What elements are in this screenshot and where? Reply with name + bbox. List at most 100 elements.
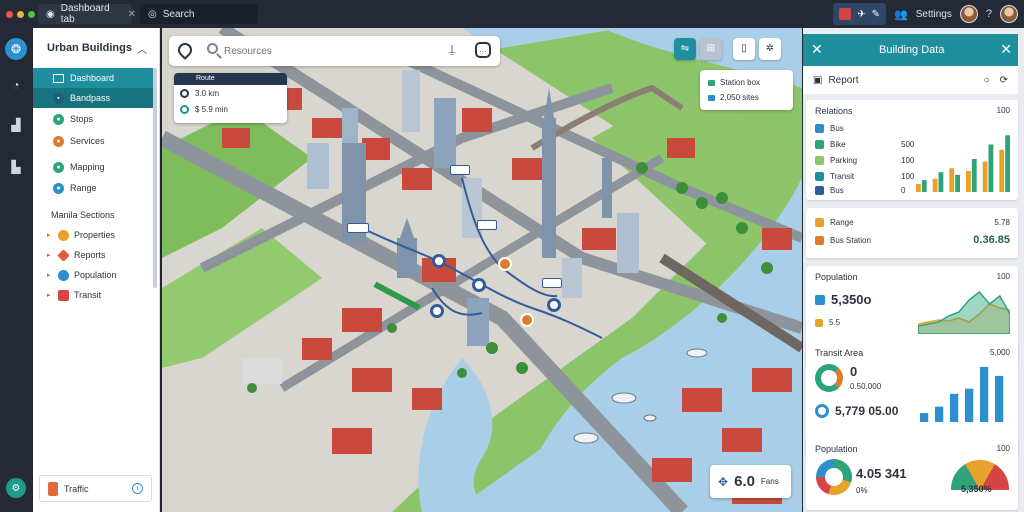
flag-icon: [839, 8, 852, 20]
layers-icon: ▪: [53, 92, 64, 104]
map-pin[interactable]: [498, 257, 512, 271]
sidebar-item-services[interactable]: ● Services: [33, 131, 153, 151]
section-item-population[interactable]: ▸ Population: [47, 266, 157, 284]
close-icon[interactable]: ✕: [1000, 41, 1012, 58]
map-pin[interactable]: [520, 313, 534, 327]
population-sub: 5.5: [815, 318, 840, 327]
chevron-right-icon: ▸: [47, 292, 51, 299]
bar: [995, 375, 1004, 422]
relation-value: 100: [901, 156, 915, 165]
bar: [938, 172, 944, 192]
users-icon[interactable]: 👥: [894, 8, 908, 21]
traffic-footer-button[interactable]: Traffic i: [39, 475, 152, 502]
map-badge[interactable]: [542, 278, 562, 288]
map-badge[interactable]: [477, 220, 497, 230]
relations-bar-chart: [916, 135, 1010, 192]
chart-icon[interactable]: ▟: [9, 118, 23, 132]
map-pin[interactable]: [430, 304, 444, 318]
sidebar-item-range[interactable]: ● Range: [33, 178, 153, 198]
collapse-icon[interactable]: ✕: [811, 41, 823, 58]
chat-icon[interactable]: …: [475, 42, 491, 58]
search-input[interactable]: [224, 42, 424, 60]
gauge-label: 5,350%: [961, 484, 992, 494]
route-end-icon: [180, 104, 189, 114]
map-layer-tools: ⇋ ⊞: [674, 38, 722, 60]
bar: [949, 168, 955, 192]
card-header-value: 5,000: [989, 348, 1010, 357]
document-icon[interactable]: ▯: [733, 38, 755, 60]
help-icon[interactable]: ?: [986, 8, 992, 20]
layers-toggle-icon[interactable]: ⇋: [674, 38, 696, 60]
avatar-secondary[interactable]: [1000, 5, 1018, 23]
app-logo-icon[interactable]: ❂: [5, 38, 27, 60]
search-icon: [207, 43, 218, 54]
avatar[interactable]: [959, 5, 978, 23]
panel-header: ✕ Building Data ✕: [803, 34, 1018, 66]
maximize-window-button[interactable]: [28, 10, 35, 18]
bar: [971, 159, 977, 192]
bus-station-value: 0.36.85: [973, 234, 1010, 246]
population-icon: [58, 269, 69, 281]
range-row: Bus Station: [815, 236, 871, 245]
bar-chart-icon[interactable]: ▙: [9, 160, 23, 174]
map-pin[interactable]: [432, 254, 446, 268]
relation-row: Bike: [815, 140, 846, 149]
info-icon[interactable]: i: [132, 483, 143, 494]
bus-station-icon: [815, 236, 824, 245]
tab-search[interactable]: ◎ Search: [140, 4, 258, 24]
card-title: Relations: [815, 106, 853, 116]
directions-icon[interactable]: ⍊: [444, 42, 460, 58]
location-pin-icon[interactable]: [175, 40, 195, 60]
panel-subtitle: Report: [828, 74, 859, 86]
pie-slice: [828, 479, 852, 495]
map-badge[interactable]: [347, 223, 369, 233]
relation-label: Bus: [830, 186, 844, 195]
map-pin[interactable]: [472, 278, 486, 292]
bus-icon: [815, 124, 824, 133]
minimize-window-button[interactable]: [17, 10, 24, 18]
map-badge[interactable]: [450, 165, 470, 175]
map-pin[interactable]: [547, 298, 561, 312]
section-item-label: Reports: [74, 250, 106, 260]
user-toolbar: ✈ ✎ 👥 Settings ?: [833, 3, 1018, 25]
section-item-transit[interactable]: ▸ Transit: [47, 286, 157, 304]
chevron-right-icon: ▸: [47, 232, 51, 239]
bar: [982, 161, 988, 192]
toolbar-chip[interactable]: ✈ ✎: [833, 3, 887, 25]
route-row[interactable]: 3.0 km: [174, 85, 287, 101]
legend-label: Station box: [720, 78, 761, 87]
window-controls: [6, 10, 35, 18]
refresh-icon[interactable]: ⟳: [1000, 75, 1008, 86]
sidebar-item-mapping[interactable]: ● Mapping: [33, 157, 153, 177]
search-tab-icon: ◎: [148, 8, 157, 20]
bar: [921, 180, 927, 192]
circle-icon[interactable]: ○: [984, 75, 990, 86]
relation-value: 100: [901, 172, 915, 181]
sidebar-item-label: Mapping: [70, 162, 105, 172]
grid-toggle-icon[interactable]: ⊞: [700, 38, 722, 60]
user-settings-label[interactable]: Settings: [916, 9, 952, 20]
sidebar-scrollbar[interactable]: [153, 68, 157, 288]
close-icon[interactable]: ✕: [128, 9, 136, 20]
map-legend: Station box 2,050 sites: [700, 70, 793, 110]
sidebar-item-bandpass[interactable]: ▪ Bandpass: [33, 88, 153, 108]
population-pie-chart: [816, 459, 852, 495]
settings-icon[interactable]: ✲: [759, 38, 781, 60]
section-item-properties[interactable]: ▸ Properties: [47, 226, 157, 244]
route-row[interactable]: $ 5.9 min: [174, 101, 287, 117]
stat-card[interactable]: ✥ 6.0 Fans: [710, 465, 791, 498]
close-window-button[interactable]: [6, 10, 13, 18]
population-area-chart: [918, 290, 1010, 334]
sidebar-item-dashboard[interactable]: Dashboard: [33, 68, 153, 88]
legend-label: 2,050 sites: [720, 93, 759, 102]
section-item-reports[interactable]: ▸ Reports: [47, 246, 157, 264]
settings-icon[interactable]: ⚙: [6, 478, 26, 498]
legend-item: 2,050 sites: [708, 93, 759, 102]
sidebar-item-stops[interactable]: ● Stops: [33, 109, 153, 129]
population-icon: [815, 294, 825, 305]
stat-unit: Fans: [760, 477, 779, 486]
bike-icon: ✥: [718, 474, 729, 489]
tab-dashboard[interactable]: ◉ Dashboard tab ✕: [38, 3, 136, 25]
gauge-icon[interactable]: ◔: [9, 78, 23, 92]
chevron-up-icon[interactable]: ︿: [137, 41, 147, 56]
